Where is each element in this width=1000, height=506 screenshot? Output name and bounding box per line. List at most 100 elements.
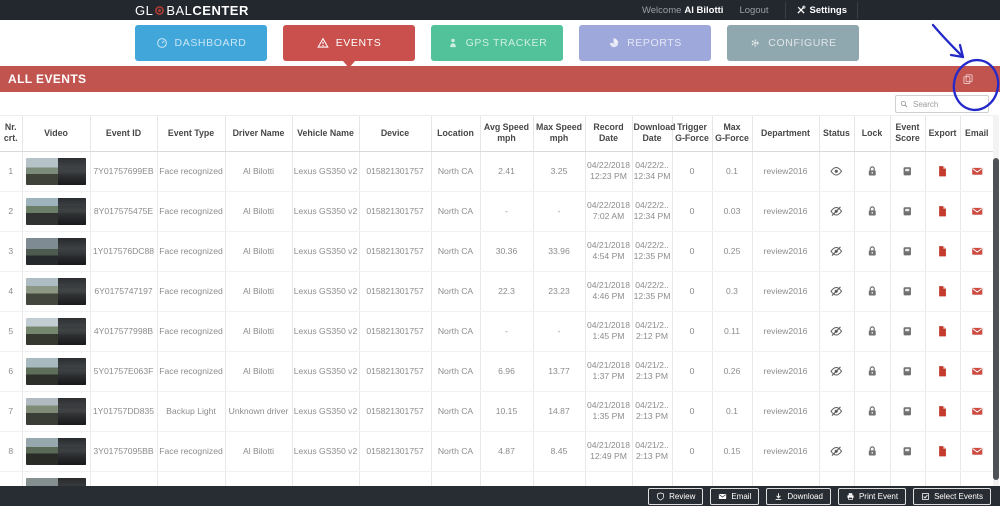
video-thumbnail[interactable] <box>26 438 86 465</box>
main-nav: DASHBOARD EVENTS GPS TRACKER REPORTS CONFIGU… <box>0 20 1000 66</box>
pdf-icon[interactable] <box>936 245 949 258</box>
event-score-icon[interactable] <box>901 245 914 258</box>
avg-speed: 10.15 <box>480 391 533 431</box>
record-date: 04/22/20187:02 AM <box>585 191 632 231</box>
record-date: 04/21/20184:46 PM <box>585 271 632 311</box>
envelope-icon[interactable] <box>971 445 984 458</box>
settings-button[interactable]: Settings <box>785 2 858 19</box>
search-input[interactable] <box>911 99 977 110</box>
video-thumbnail[interactable] <box>26 318 86 345</box>
column-header-record: Record Date <box>585 116 632 152</box>
max-g-force: 0.1 <box>712 391 752 431</box>
table-row: 83Y01757095BBFace recognizedAl BilottiLe… <box>0 431 993 471</box>
search-icon <box>900 100 908 108</box>
event-score-icon[interactable] <box>901 285 914 298</box>
event-type: Face recognized <box>157 151 225 191</box>
record-date: 04/21/20184:54 PM <box>585 231 632 271</box>
event-score-icon[interactable] <box>901 405 914 418</box>
footer-review-button[interactable]: Review <box>648 488 703 505</box>
trigger-g-force: 0 <box>672 351 712 391</box>
driver-name: Al Bilotti <box>225 431 292 471</box>
lock-icon[interactable] <box>866 285 879 298</box>
event-score-icon[interactable] <box>901 165 914 178</box>
table-row: 71Y01757DD835Backup LightUnknown driverL… <box>0 391 993 431</box>
event-score-icon[interactable] <box>901 365 914 378</box>
envelope-icon[interactable] <box>971 285 984 298</box>
nav-reports[interactable]: REPORTS <box>579 25 711 61</box>
download-date: 04/22/2..12:35 PM <box>632 271 672 311</box>
video-thumbnail[interactable] <box>26 158 86 185</box>
pdf-icon[interactable] <box>936 325 949 338</box>
event-score-icon[interactable] <box>901 445 914 458</box>
envelope-icon[interactable] <box>971 325 984 338</box>
lock-icon[interactable] <box>866 205 879 218</box>
location: North CA <box>431 191 480 231</box>
footer-print-event-button[interactable]: Print Event <box>838 488 906 505</box>
eye-off-icon <box>830 325 843 338</box>
vehicle-name: Lexus GS350 v2 <box>292 431 359 471</box>
person-pin-icon <box>447 37 459 49</box>
footer-select-events-button[interactable]: Select Events <box>913 488 991 505</box>
lock-icon[interactable] <box>866 325 879 338</box>
row-number: 6 <box>0 351 22 391</box>
lock-icon[interactable] <box>866 165 879 178</box>
download-date: 04/21/2..2:13 PM <box>632 431 672 471</box>
lock-icon[interactable] <box>866 405 879 418</box>
driver-name: Al Bilotti <box>225 151 292 191</box>
nav-label: EVENTS <box>336 37 382 49</box>
column-header-device: Device <box>359 116 431 152</box>
pdf-icon[interactable] <box>936 405 949 418</box>
nav-label: DASHBOARD <box>175 37 247 49</box>
eye-off-icon <box>830 205 843 218</box>
max-g-force: 0.11 <box>712 311 752 351</box>
lock-icon[interactable] <box>866 365 879 378</box>
nav-gps-tracker[interactable]: GPS TRACKER <box>431 25 563 61</box>
column-header-email: Email <box>960 116 993 152</box>
driver-name: Al Bilotti <box>225 311 292 351</box>
event-score-icon[interactable] <box>901 325 914 338</box>
envelope-icon[interactable] <box>971 245 984 258</box>
logo-text: BAL <box>166 3 192 18</box>
lock-icon[interactable] <box>866 245 879 258</box>
pdf-icon[interactable] <box>936 205 949 218</box>
pdf-icon[interactable] <box>936 445 949 458</box>
copy-icon[interactable] <box>962 73 974 85</box>
envelope-icon[interactable] <box>971 405 984 418</box>
video-thumbnail[interactable] <box>26 278 86 305</box>
page-title: ALL EVENTS <box>8 72 86 86</box>
footer-email-button[interactable]: Email <box>710 488 759 505</box>
video-thumbnail[interactable] <box>26 238 86 265</box>
row-number: 1 <box>0 151 22 191</box>
row-number: 4 <box>0 271 22 311</box>
download-date: 04/22/2..12:34 PM <box>632 151 672 191</box>
avg-speed: - <box>480 311 533 351</box>
video-thumbnail[interactable] <box>26 398 86 425</box>
column-header-max_speed: Max Speed mph <box>533 116 585 152</box>
logout-link[interactable]: Logout <box>739 5 768 16</box>
vehicle-name: Lexus GS350 v2 <box>292 231 359 271</box>
pdf-icon[interactable] <box>936 285 949 298</box>
scrollbar-thumb[interactable] <box>993 158 999 480</box>
device: 015821301757 <box>359 191 431 231</box>
pdf-icon[interactable] <box>936 165 949 178</box>
video-thumbnail[interactable] <box>26 198 86 225</box>
vehicle-name: Lexus GS350 v2 <box>292 311 359 351</box>
nav-events[interactable]: EVENTS <box>283 25 415 61</box>
video-thumbnail[interactable] <box>26 358 86 385</box>
envelope-icon[interactable] <box>971 205 984 218</box>
scrollbar-track[interactable] <box>993 115 999 486</box>
device: 015821301757 <box>359 391 431 431</box>
row-number: 5 <box>0 311 22 351</box>
event-id: 7Y01757699EB <box>90 151 157 191</box>
pdf-icon[interactable] <box>936 365 949 378</box>
nav-configure[interactable]: CONFIGURE <box>727 25 859 61</box>
nav-dashboard[interactable]: DASHBOARD <box>135 25 267 61</box>
footer-button-label: Review <box>669 492 695 501</box>
footer-download-button[interactable]: Download <box>766 488 831 505</box>
lock-icon[interactable] <box>866 445 879 458</box>
envelope-icon[interactable] <box>971 365 984 378</box>
envelope-icon[interactable] <box>971 165 984 178</box>
dashboard-icon <box>156 37 168 49</box>
event-score-icon[interactable] <box>901 205 914 218</box>
trigger-g-force: 0 <box>672 271 712 311</box>
